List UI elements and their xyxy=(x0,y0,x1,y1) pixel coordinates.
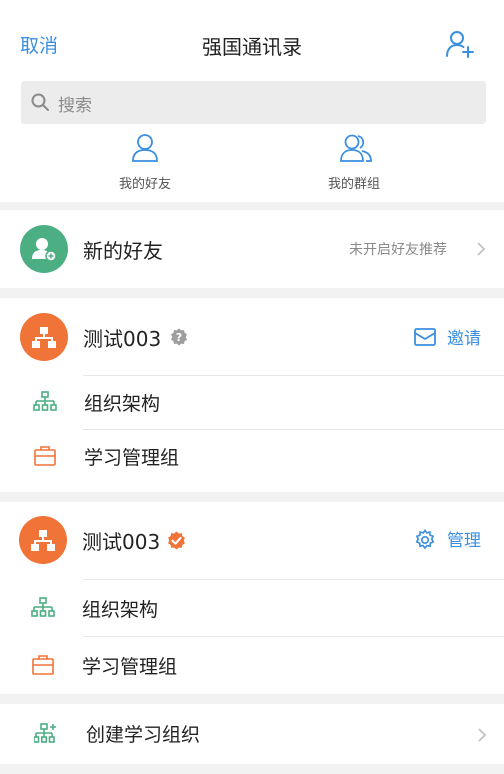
new-friends-title: 新的好友 xyxy=(83,239,163,263)
header: 取消 强国通讯录 搜索 我的好友 我的群组 xyxy=(0,0,504,202)
friend-recommend-status: 未开启好友推荐 xyxy=(349,242,447,258)
tab-my-groups[interactable]: 我的群组 xyxy=(279,133,429,195)
org-structure-label: 组织架构 xyxy=(82,599,159,621)
manage-button[interactable]: 管理 xyxy=(414,526,494,552)
add-friend-icon[interactable] xyxy=(444,28,476,60)
create-study-org-row[interactable]: 创建学习组织 xyxy=(0,704,504,764)
org-chart-icon xyxy=(33,391,57,411)
new-friends-row[interactable]: 新的好友 未开启好友推荐 xyxy=(0,210,504,288)
org-name: 测试003 xyxy=(82,530,161,554)
search-icon xyxy=(30,92,50,112)
study-admin-group-label: 学习管理组 xyxy=(82,656,178,678)
org-structure-row[interactable]: 组织架构 xyxy=(0,376,504,429)
study-admin-group-label: 学习管理组 xyxy=(84,447,180,469)
gear-icon xyxy=(415,529,435,550)
org-structure-label: 组织架构 xyxy=(84,393,161,415)
verified-badge-icon xyxy=(167,531,186,550)
manage-label: 管理 xyxy=(447,531,481,551)
org-structure-row[interactable]: 组织架构 xyxy=(0,580,504,636)
org-avatar-icon xyxy=(20,313,68,361)
search-bar[interactable]: 搜索 xyxy=(21,81,486,124)
new-friend-avatar-icon xyxy=(20,225,68,273)
tab-my-friends[interactable]: 我的好友 xyxy=(70,133,220,195)
org-chart-icon xyxy=(31,597,55,617)
page-title: 强国通讯录 xyxy=(202,35,302,59)
briefcase-icon xyxy=(32,655,54,675)
search-input[interactable]: 搜索 xyxy=(58,91,92,116)
svg-text:?: ? xyxy=(176,331,182,344)
org-avatar-icon xyxy=(19,516,67,564)
group-icon xyxy=(340,134,372,162)
create-study-org-label: 创建学习组织 xyxy=(86,724,201,746)
study-admin-group-row[interactable]: 学习管理组 xyxy=(0,637,504,693)
create-org-icon xyxy=(34,723,56,743)
friend-icon xyxy=(132,134,158,162)
invite-label: 邀请 xyxy=(447,329,481,349)
org-section: 测试003 ? 邀请 组织架构 学习管理组 xyxy=(0,298,504,492)
tab-my-groups-label: 我的群组 xyxy=(327,177,380,192)
study-admin-group-row[interactable]: 学习管理组 xyxy=(0,430,504,483)
briefcase-icon xyxy=(34,446,56,466)
tab-my-friends-label: 我的好友 xyxy=(118,177,171,192)
chevron-right-icon xyxy=(477,727,487,743)
org-section: 测试003 管理 组织架构 学习管理组 xyxy=(0,502,504,694)
chevron-right-icon xyxy=(476,241,486,257)
mail-icon xyxy=(414,328,436,346)
invite-button[interactable]: 邀请 xyxy=(414,324,494,350)
org-name: 测试003 xyxy=(83,327,162,351)
unverified-badge-icon: ? xyxy=(170,328,188,346)
